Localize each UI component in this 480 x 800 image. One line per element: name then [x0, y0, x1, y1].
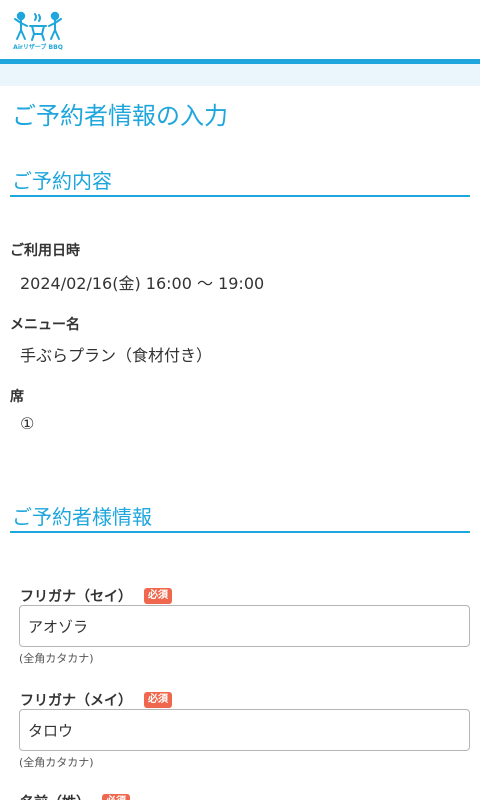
- seat-label: 席: [10, 389, 24, 405]
- brand-logo[interactable]: Airリザーブ BBQ: [12, 10, 64, 51]
- page-title: ご予約者情報の入力: [12, 102, 228, 130]
- kana-sei-input[interactable]: アオゾラ: [19, 605, 470, 647]
- required-badge: 必須: [144, 588, 172, 604]
- logo-text: Airリザーブ BBQ: [13, 44, 63, 51]
- name-sei-label-text: 名前（姓）: [20, 792, 90, 800]
- seat-value: ①: [20, 414, 35, 433]
- menu-label: メニュー名: [10, 317, 80, 333]
- menu-value: 手ぶらプラン（食材付き）: [20, 346, 213, 365]
- bbq-people-icon: [14, 11, 62, 41]
- kana-mei-hint: (全角カタカナ): [19, 756, 94, 769]
- kana-sei-label: フリガナ（セイ） 必須: [20, 586, 172, 606]
- customer-section-rule: [10, 531, 470, 533]
- header: Airリザーブ BBQ: [0, 0, 480, 64]
- required-badge: 必須: [144, 692, 172, 708]
- sub-bar: [0, 64, 480, 86]
- kana-mei-input-value: タロウ: [28, 721, 74, 740]
- name-sei-label: 名前（姓） 必須: [20, 792, 130, 800]
- date-value: 2024/02/16(金) 16:00 〜 19:00: [20, 274, 265, 293]
- date-label: ご利用日時: [10, 243, 80, 259]
- kana-mei-label-text: フリガナ（メイ）: [20, 693, 132, 709]
- kana-sei-label-text: フリガナ（セイ）: [20, 589, 132, 605]
- required-badge: 必須: [102, 794, 130, 800]
- kana-mei-label: フリガナ（メイ） 必須: [20, 690, 172, 710]
- kana-mei-input[interactable]: タロウ: [19, 709, 470, 751]
- kana-sei-input-value: アオゾラ: [28, 617, 89, 636]
- reservation-section-title: ご予約内容: [12, 169, 112, 193]
- reservation-section-rule: [10, 195, 470, 197]
- kana-sei-hint: (全角カタカナ): [19, 652, 94, 665]
- customer-section-title: ご予約者様情報: [12, 505, 152, 529]
